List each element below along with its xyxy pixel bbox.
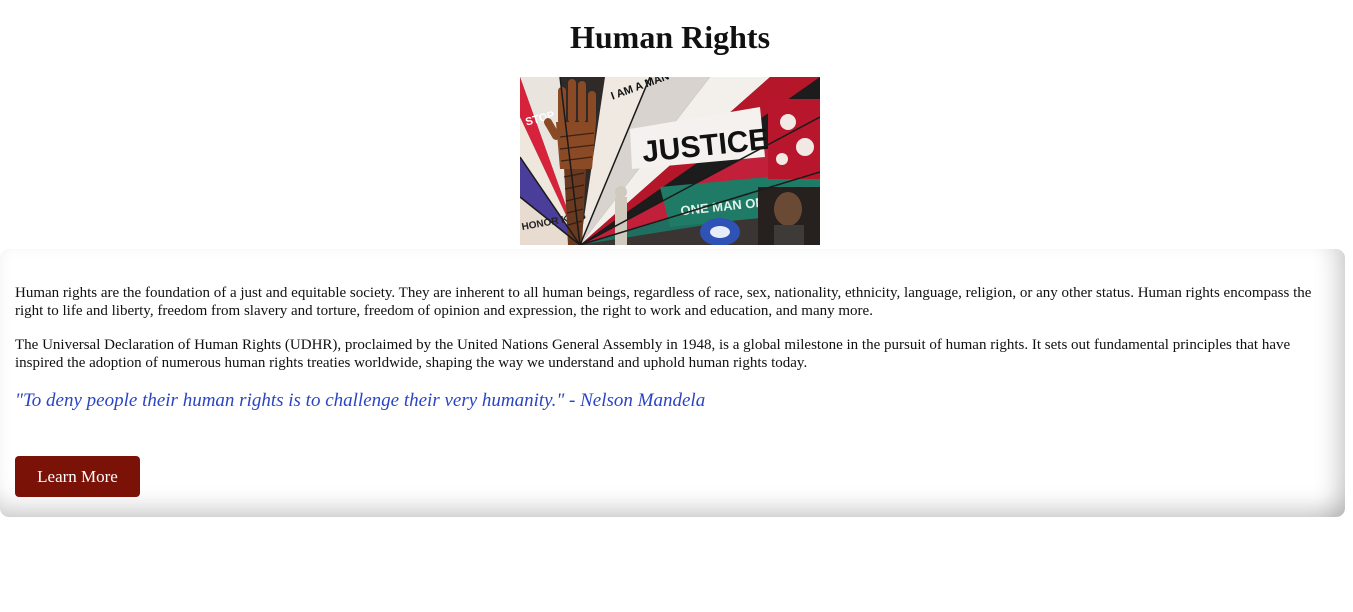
udhr-paragraph: The Universal Declaration of Human Right… [15,337,1291,371]
learn-more-button[interactable]: Learn More [15,456,140,497]
page-title: Human Rights [569,19,771,55]
content-card: Human rights are the foundation of a jus… [0,249,1345,517]
page: Human Rights JUSTICE ONE MAN ONE VOTE ST… [0,0,1353,612]
human-rights-collage-image: JUSTICE ONE MAN ONE VOTE STOP HONOR KING… [520,77,820,245]
intro-paragraph: Human rights are the foundation of a jus… [15,285,1312,319]
card-body: Human rights are the foundation of a jus… [15,285,1320,413]
mandela-quote: "To deny people their human rights is to… [15,390,706,411]
